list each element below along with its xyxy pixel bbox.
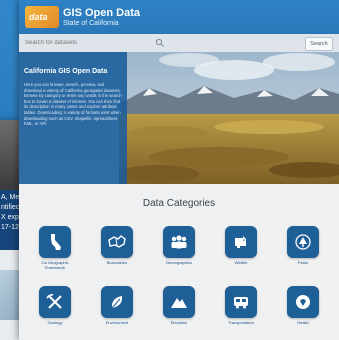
categories-title: Data Categories [142, 198, 216, 209]
category-tile[interactable] [163, 226, 195, 258]
category-label: Wildlife [234, 260, 248, 265]
category-transportation[interactable]: Transportation [219, 286, 263, 336]
category-label: Parks [297, 260, 309, 265]
boundaries-icon [108, 235, 126, 248]
search-icon[interactable] [155, 38, 165, 48]
category-tile[interactable] [101, 226, 133, 258]
category-ca-geographic-framework[interactable]: CA Geographic Framework [33, 226, 77, 276]
category-label: Transportation [228, 320, 254, 325]
category-tile[interactable] [225, 226, 257, 258]
category-label: Elevation [170, 320, 188, 325]
category-wildlife[interactable]: Wildlife [219, 226, 263, 276]
category-label: Boundaries [106, 260, 128, 265]
category-boundaries[interactable]: Boundaries [95, 226, 139, 276]
site-logo[interactable]: data [25, 6, 59, 28]
health-icon [296, 295, 310, 309]
search-bar: Search [19, 34, 339, 53]
hero-heading: California GIS Open Data [24, 68, 108, 75]
bus-icon [234, 297, 248, 309]
category-tile[interactable] [39, 286, 71, 318]
search-input[interactable] [23, 37, 155, 49]
category-label: Demographics [166, 260, 192, 265]
data-categories-section: Data Categories CA Geographic Framework [19, 184, 339, 340]
background-window-text: X exp [1, 214, 19, 221]
category-health[interactable]: Health [281, 286, 325, 336]
hero-description: Here you can browse, search, preview, an… [24, 82, 122, 127]
category-parks[interactable]: Parks [281, 226, 325, 276]
background-window-text: ntifiec [1, 204, 20, 211]
background-window-text: 17-12 [1, 224, 19, 231]
categories-grid: CA Geographic Framework Boundaries Demog… [33, 226, 339, 340]
website-window: data GIS Open Data State of California S… [19, 0, 339, 340]
category-label: Geology [47, 320, 63, 325]
hero-banner: California GIS Open Data Here you can br… [19, 52, 339, 184]
parks-icon [295, 234, 311, 250]
hero-info-panel: California GIS Open Data Here you can br… [19, 52, 127, 184]
site-title: GIS Open Data [63, 7, 141, 19]
category-tile[interactable] [287, 226, 319, 258]
leaf-icon [111, 296, 123, 309]
category-tile[interactable] [287, 286, 319, 318]
site-logo-text: data [29, 12, 48, 22]
people-icon [171, 235, 187, 249]
category-tile[interactable] [39, 226, 71, 258]
search-button[interactable]: Search [305, 37, 333, 51]
wildlife-icon [235, 236, 246, 248]
category-elevation[interactable]: Elevation [157, 286, 201, 336]
site-subtitle: State of California [63, 20, 119, 27]
site-header: data GIS Open Data State of California [19, 0, 339, 34]
california-icon [51, 234, 61, 250]
category-tile[interactable] [101, 286, 133, 318]
mountain-icon [171, 298, 187, 308]
category-tile[interactable] [225, 286, 257, 318]
background-window-text: A, Me [1, 194, 20, 201]
category-geology[interactable]: Geology [33, 286, 77, 336]
category-tile[interactable] [163, 286, 195, 318]
category-label: Environment [105, 320, 129, 325]
pickaxe-icon [46, 294, 62, 309]
category-label: Health [297, 320, 309, 325]
category-demographics[interactable]: Demographics [157, 226, 201, 276]
category-environment[interactable]: Environment [95, 286, 139, 336]
category-label: CA Geographic Framework [41, 260, 69, 270]
